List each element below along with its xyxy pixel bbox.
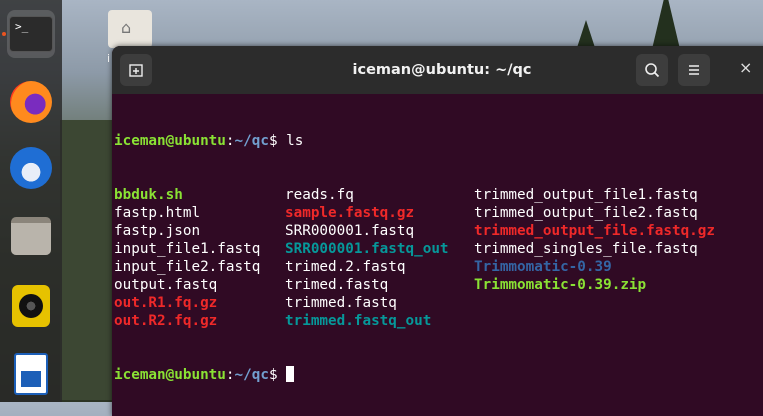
thunderbird-icon bbox=[10, 147, 52, 189]
prompt-line: iceman@ubuntu:~/qc$ bbox=[114, 366, 763, 384]
ls-output: bbduk.sh reads.fq trimmed_output_file1.fas… bbox=[114, 186, 763, 330]
text-cursor bbox=[286, 366, 295, 382]
file-entry: trimmed_output_file1.fastq bbox=[474, 187, 698, 203]
file-entry: trimmed_output_file.fastq.gz bbox=[474, 223, 716, 239]
terminal-window: iceman@ubuntu: ~/qc × iceman@ubuntu:~/qc… bbox=[112, 46, 763, 416]
ls-output-row: output.fastq trimed.fastq Trimmomatic-0.39… bbox=[114, 276, 763, 294]
search-icon bbox=[645, 63, 660, 78]
ls-output-row: out.R2.fq.gz trimmed.fastq_out bbox=[114, 312, 763, 330]
file-entry: SRR000001.fastq bbox=[285, 223, 415, 239]
files-icon bbox=[11, 217, 51, 255]
home-folder-desktop-icon[interactable]: ⌂ bbox=[108, 10, 152, 48]
file-entry: fastp.html bbox=[114, 205, 201, 221]
file-entry: reads.fq bbox=[285, 187, 354, 203]
file-entry: fastp.json bbox=[114, 223, 201, 239]
dock-item-rhythmbox[interactable] bbox=[7, 282, 55, 330]
prompt-path: ~/qc bbox=[234, 367, 269, 383]
running-indicator bbox=[2, 32, 6, 36]
ls-output-row: bbduk.sh reads.fq trimmed_output_file1.fas… bbox=[114, 186, 763, 204]
dock-item-files[interactable] bbox=[7, 212, 55, 260]
command-text: ls bbox=[286, 133, 304, 149]
hamburger-menu-icon bbox=[689, 65, 699, 75]
ls-output-row: input_file1.fastq SRR000001.fastq_out trim… bbox=[114, 240, 763, 258]
dock: >_ bbox=[0, 0, 62, 402]
menu-button[interactable] bbox=[678, 54, 710, 86]
prompt-user: iceman@ubuntu bbox=[114, 367, 226, 383]
prompt-user: iceman@ubuntu bbox=[114, 133, 226, 149]
dock-item-writer[interactable] bbox=[7, 350, 55, 398]
file-entry: sample.fastq.gz bbox=[285, 205, 415, 221]
file-entry: trimed.fastq bbox=[285, 277, 389, 293]
ls-output-row: input_file2.fastq trimed.2.fastq Trimmomat… bbox=[114, 258, 763, 276]
file-entry: output.fastq bbox=[114, 277, 218, 293]
file-entry: trimmed.fastq_out bbox=[285, 313, 432, 329]
close-icon[interactable]: × bbox=[739, 58, 752, 77]
terminal-output[interactable]: iceman@ubuntu:~/qc$ ls bbduk.sh reads.fq t… bbox=[114, 96, 763, 416]
file-entry: input_file2.fastq bbox=[114, 259, 261, 275]
firefox-icon bbox=[10, 81, 52, 123]
ls-output-row: out.R1.fq.gz trimmed.fastq bbox=[114, 294, 763, 312]
prompt-separator: : bbox=[225, 367, 235, 383]
search-button[interactable] bbox=[636, 54, 668, 86]
new-tab-button[interactable] bbox=[120, 54, 152, 86]
dock-item-thunderbird[interactable] bbox=[7, 144, 55, 192]
home-folder-label: i bbox=[107, 52, 111, 65]
dock-item-firefox[interactable] bbox=[7, 78, 55, 126]
file-entry: out.R1.fq.gz bbox=[114, 295, 218, 311]
document-icon bbox=[14, 353, 48, 395]
file-entry: trimed.2.fastq bbox=[285, 259, 406, 275]
dock-item-terminal[interactable]: >_ bbox=[7, 10, 55, 58]
file-entry: bbduk.sh bbox=[114, 187, 183, 203]
file-entry: out.R2.fq.gz bbox=[114, 313, 218, 329]
file-entry: trimmed.fastq bbox=[285, 295, 397, 311]
ls-output-row: fastp.json SRR000001.fastq trimmed_output_… bbox=[114, 222, 763, 240]
new-tab-icon bbox=[129, 64, 143, 77]
file-entry: SRR000001.fastq_out bbox=[285, 241, 449, 257]
prompt-symbol: $ bbox=[268, 367, 287, 383]
file-entry: trimmed_singles_file.fastq bbox=[474, 241, 698, 257]
file-entry: input_file1.fastq bbox=[114, 241, 261, 257]
prompt-path: ~/qc bbox=[234, 133, 269, 149]
prompt-separator: : bbox=[225, 133, 235, 149]
file-entry: Trimmomatic-0.39.zip bbox=[474, 277, 647, 293]
terminal-icon: >_ bbox=[9, 16, 53, 52]
prompt-symbol: $ bbox=[268, 133, 287, 149]
prompt-line: iceman@ubuntu:~/qc$ ls bbox=[114, 132, 763, 150]
file-entry: trimmed_output_file2.fastq bbox=[474, 205, 698, 221]
speaker-icon bbox=[12, 285, 50, 327]
file-entry: Trimmomatic-0.39 bbox=[474, 259, 612, 275]
window-titlebar[interactable]: iceman@ubuntu: ~/qc × bbox=[112, 46, 763, 94]
ls-output-row: fastp.html sample.fastq.gz trimmed_output_… bbox=[114, 204, 763, 222]
